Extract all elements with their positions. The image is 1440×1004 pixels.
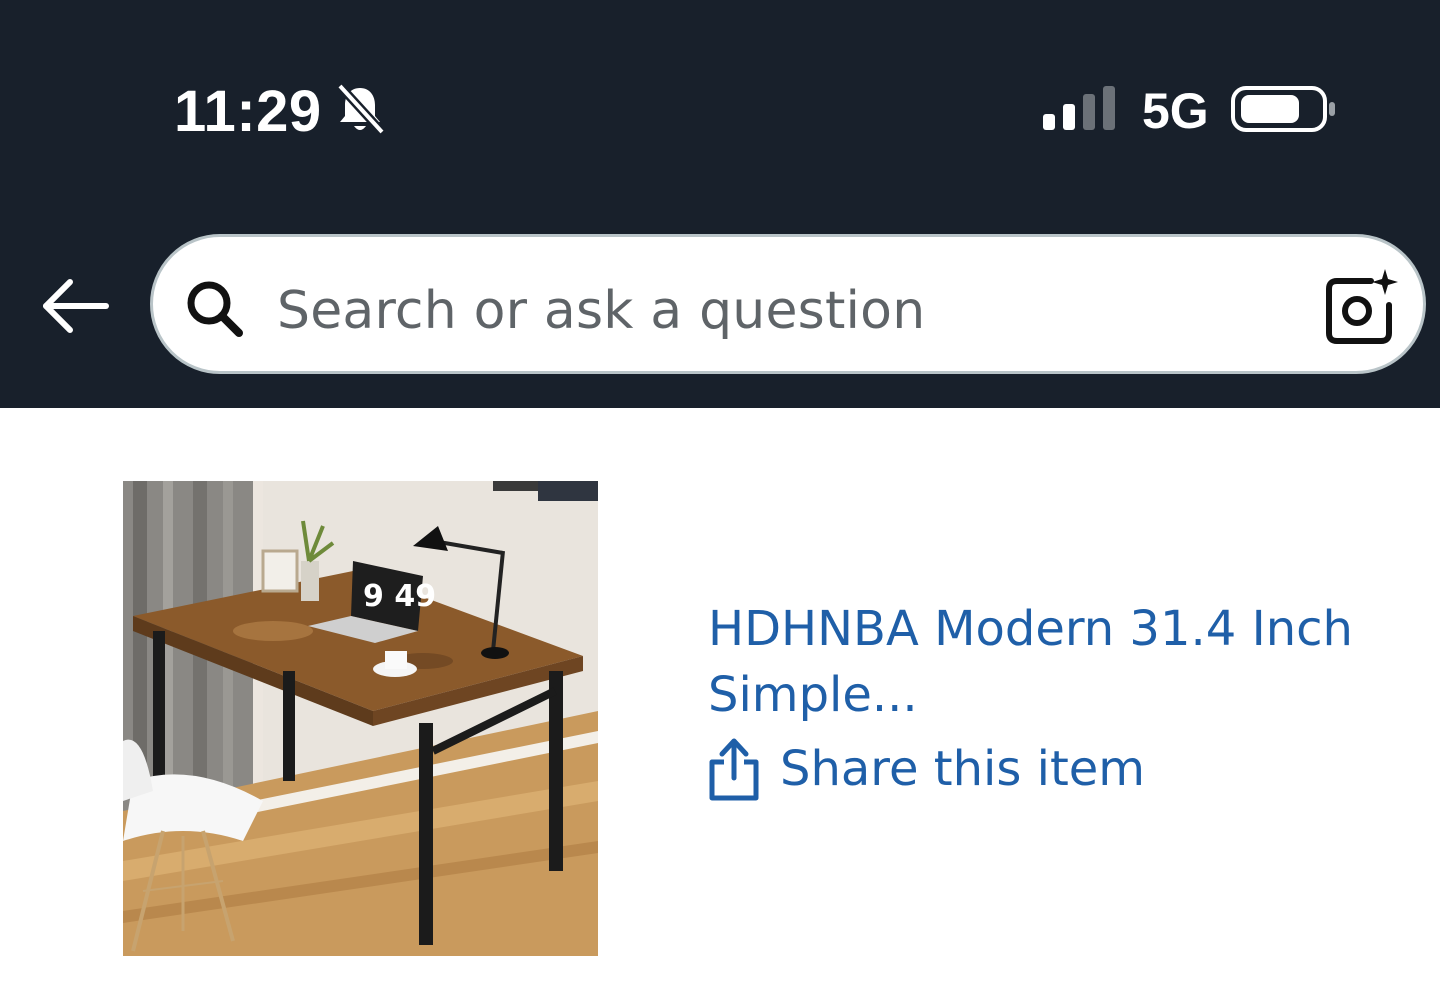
product-title-link[interactable]: HDHNBA Modern 31.4 Inch Simple... bbox=[708, 596, 1408, 728]
top-bar: 11:29 5G Search or ask a question bbox=[0, 0, 1440, 408]
back-arrow-icon[interactable] bbox=[40, 276, 110, 336]
status-time: 11:29 bbox=[174, 79, 322, 144]
share-item-link[interactable]: Share this item bbox=[706, 734, 1145, 804]
search-placeholder: Search or ask a question bbox=[277, 281, 926, 341]
share-label: Share this item bbox=[780, 741, 1146, 797]
bell-off-icon bbox=[336, 82, 386, 136]
product-image[interactable]: 9 49 bbox=[123, 481, 598, 956]
share-icon bbox=[709, 738, 759, 801]
search-input[interactable]: Search or ask a question bbox=[150, 234, 1426, 374]
laptop-screen-text: 9 49 bbox=[363, 579, 436, 614]
camera-lens-icon[interactable] bbox=[1321, 267, 1401, 347]
search-icon bbox=[187, 281, 243, 337]
network-type: 5G bbox=[1142, 83, 1209, 139]
desk-photo: 9 49 bbox=[123, 481, 598, 956]
signal-icon bbox=[1043, 86, 1115, 130]
battery-icon bbox=[1231, 86, 1335, 132]
